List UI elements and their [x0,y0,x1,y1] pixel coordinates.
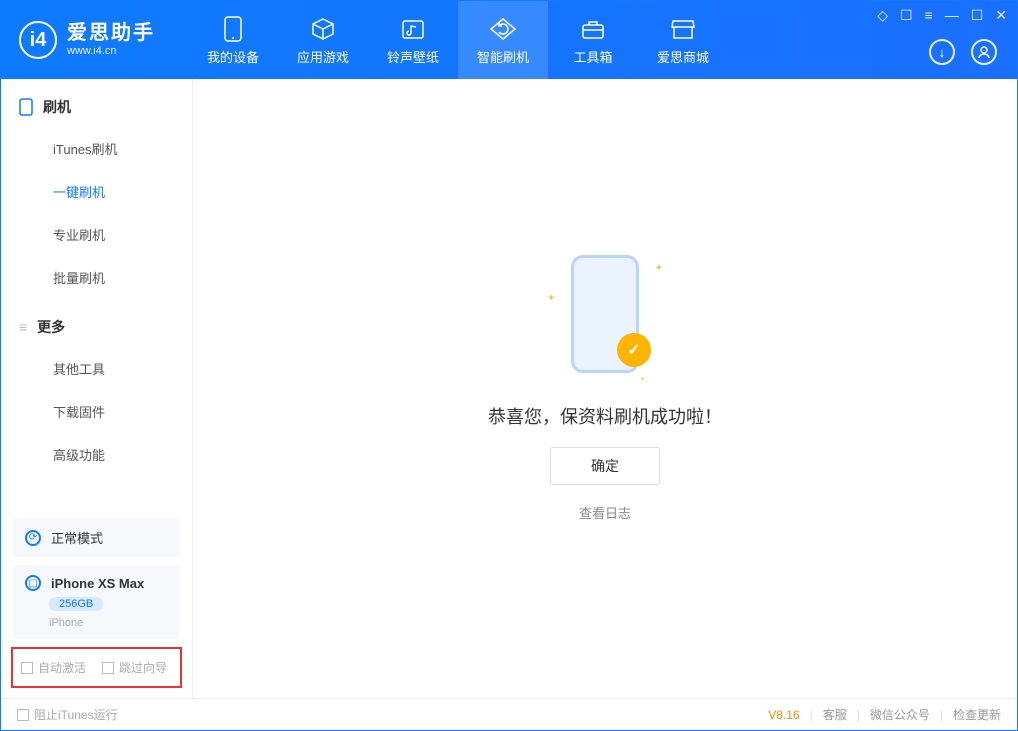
sidebar-section-more: ≡ 更多 [1,317,192,347]
window-controls: ◇ ☐ ≡ — ☐ ✕ [877,7,1007,24]
store-icon [669,15,697,43]
close-button[interactable]: ✕ [995,7,1007,24]
device-panel: ⟳ 正常模式 ▢ iPhone XS Max 256GB iPhone 自动激活… [1,510,192,698]
sidebar-item-itunes-flash[interactable]: iTunes刷机 [1,127,192,170]
ok-button[interactable]: 确定 [550,447,660,485]
tab-smart-flash[interactable]: 智能刷机 [458,1,548,79]
app-header: i4 爱思助手 www.i4.cn 我的设备 应用游戏 铃声壁纸 智能刷机 工具… [1,1,1017,79]
mode-icon: ⟳ [25,530,41,546]
menu-icon[interactable]: ≡ [925,7,933,24]
refresh-icon [489,15,517,43]
minimize-button[interactable]: — [945,7,959,24]
checkbox-block-itunes[interactable]: 阻止iTunes运行 [17,706,118,723]
device-mode: 正常模式 [51,528,103,547]
logo: i4 爱思助手 www.i4.cn [1,21,173,59]
success-message: 恭喜您，保资料刷机成功啦！ [488,403,722,429]
logo-icon: i4 [19,21,57,59]
header-actions: ↓ [929,39,997,65]
feedback-icon[interactable]: ☐ [900,7,913,24]
skin-icon[interactable]: ◇ [877,7,888,24]
account-button[interactable] [971,39,997,65]
main-content: ✦ ✦ ✦ ✓ 恭喜您，保资料刷机成功啦！ 确定 查看日志 [193,79,1017,698]
check-icon: ✓ [617,333,651,367]
tab-apps[interactable]: 应用游戏 [278,1,368,79]
toolbox-icon [579,15,607,43]
version-label: V8.16 [768,708,799,722]
nav-tabs: 我的设备 应用游戏 铃声壁纸 智能刷机 工具箱 爱思商城 [188,1,728,79]
tab-toolbox[interactable]: 工具箱 [548,1,638,79]
device-icon [219,15,247,43]
sidebar-item-batch-flash[interactable]: 批量刷机 [1,256,192,299]
sidebar-item-advanced[interactable]: 高级功能 [1,433,192,476]
sidebar-item-onekey-flash[interactable]: 一键刷机 [1,170,192,213]
sidebar-item-pro-flash[interactable]: 专业刷机 [1,213,192,256]
sidebar-section-flash: 刷机 [1,97,192,127]
app-subtitle: www.i4.cn [67,45,155,58]
tab-my-device[interactable]: 我的设备 [188,1,278,79]
success-illustration: ✦ ✦ ✦ ✓ [545,255,665,385]
device-mode-box[interactable]: ⟳ 正常模式 [13,518,180,557]
device-type: iPhone [49,617,83,629]
maximize-button[interactable]: ☐ [971,7,984,24]
check-update-link[interactable]: 检查更新 [953,706,1001,723]
wechat-link[interactable]: 微信公众号 [870,706,930,723]
sidebar-item-other-tools[interactable]: 其他工具 [1,347,192,390]
body: 刷机 iTunes刷机 一键刷机 专业刷机 批量刷机 ≡ 更多 其他工具 下载固… [1,79,1017,698]
device-icon: ▢ [25,575,41,591]
device-storage: 256GB [49,597,103,611]
download-button[interactable]: ↓ [929,39,955,65]
view-log-link[interactable]: 查看日志 [579,503,631,522]
footer: 阻止iTunes运行 V8.16 | 客服 | 微信公众号 | 检查更新 [1,698,1017,730]
app-title: 爱思助手 [67,21,155,45]
cube-icon [309,15,337,43]
music-folder-icon [399,15,427,43]
tab-store[interactable]: 爱思商城 [638,1,728,79]
list-icon: ≡ [19,319,27,335]
device-name: iPhone XS Max [51,576,144,591]
checkbox-skip-guide[interactable]: 跳过向导 [102,659,167,676]
sidebar: 刷机 iTunes刷机 一键刷机 专业刷机 批量刷机 ≡ 更多 其他工具 下载固… [1,79,193,698]
phone-icon [19,98,33,116]
options-highlight-box: 自动激活 跳过向导 [11,647,182,688]
tab-ringtones[interactable]: 铃声壁纸 [368,1,458,79]
sidebar-item-download-firmware[interactable]: 下载固件 [1,390,192,433]
checkbox-auto-activate[interactable]: 自动激活 [21,659,86,676]
support-link[interactable]: 客服 [823,706,847,723]
device-info-box[interactable]: ▢ iPhone XS Max 256GB iPhone [13,565,180,639]
